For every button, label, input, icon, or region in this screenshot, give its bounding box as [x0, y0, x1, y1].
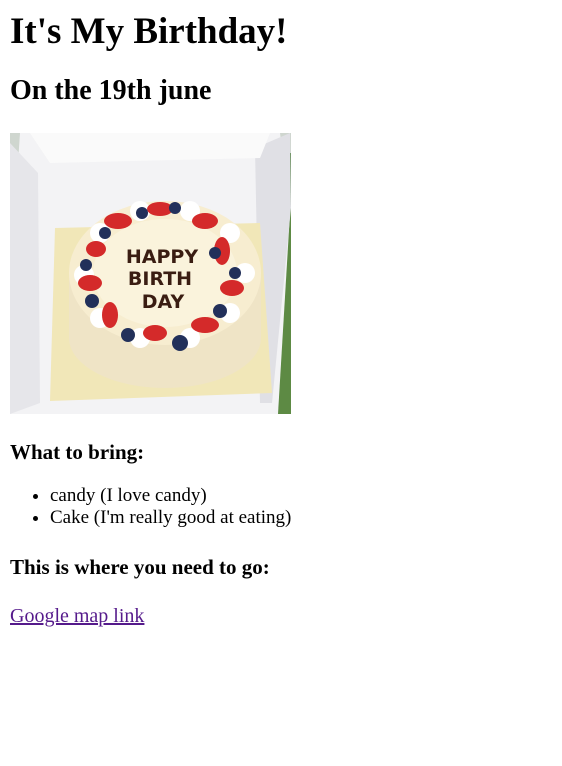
what-to-bring-heading: What to bring: [10, 440, 145, 464]
page: It's My Birthday! On the 19th june HAPPY… [0, 10, 562, 628]
svg-text:DAY: DAY [142, 291, 185, 313]
list-item: candy (I love candy) [50, 485, 552, 507]
list-item: Cake (I'm really good at eating) [50, 507, 552, 529]
bring-list: candy (I love candy) Cake (I'm really go… [10, 485, 552, 529]
location-heading: This is where you need to go: [10, 555, 270, 579]
svg-text:HAPPY: HAPPY [126, 246, 198, 268]
date-subtitle: On the 19th june [10, 75, 212, 106]
google-map-link[interactable]: Google map link [10, 604, 144, 628]
birthday-cake-image: HAPPY BIRTH DAY [10, 133, 291, 414]
page-title: It's My Birthday! [10, 11, 288, 52]
svg-text:BIRTH: BIRTH [128, 268, 192, 290]
